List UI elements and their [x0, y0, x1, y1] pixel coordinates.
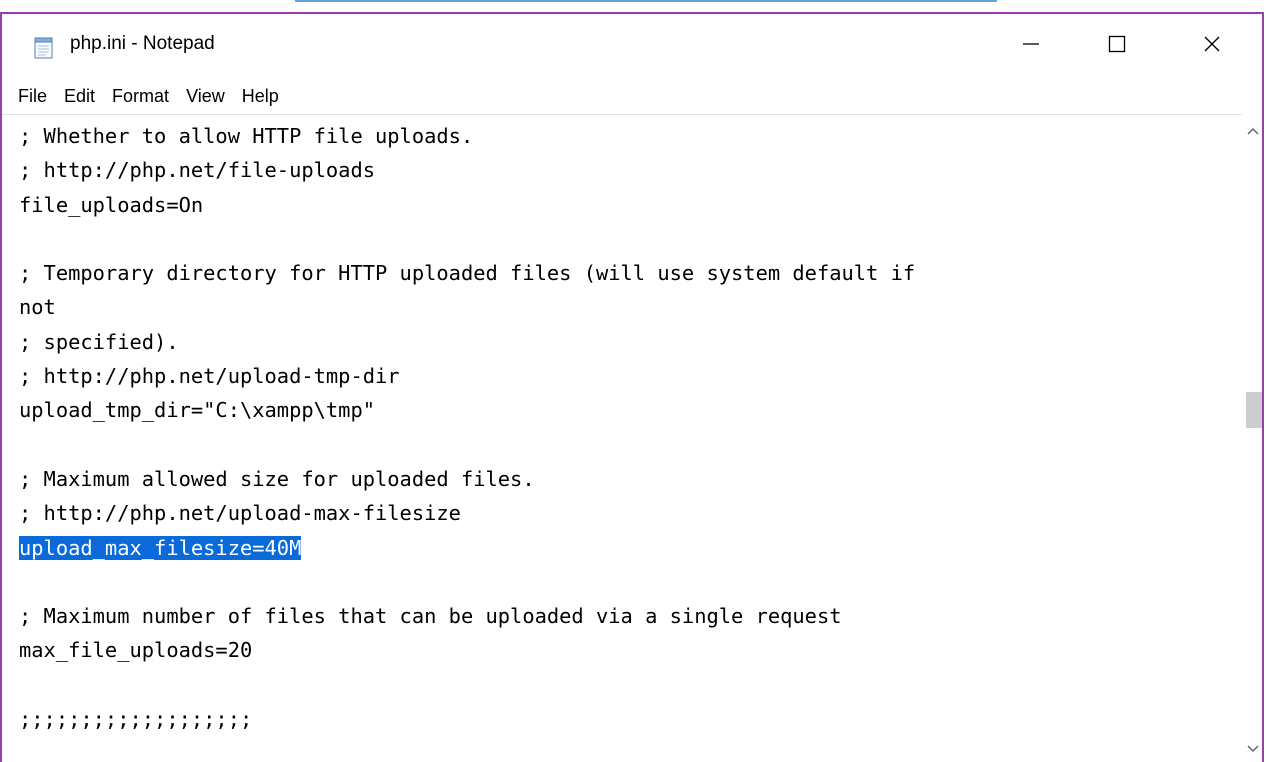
text-line: [19, 565, 915, 599]
notepad-window: php.ini - Notepad File Edit Format View …: [0, 12, 1264, 762]
line-text: ; specified).: [19, 329, 179, 354]
scroll-down-arrow-icon: [1247, 738, 1259, 757]
maximize-button[interactable]: [1074, 14, 1160, 78]
minimize-icon: [1021, 34, 1041, 58]
window-title: php.ini - Notepad: [70, 33, 215, 54]
scroll-up-button[interactable]: [1242, 114, 1262, 144]
maximize-icon: [1107, 34, 1127, 58]
scroll-up-arrow-icon: [1247, 120, 1259, 139]
title-bar[interactable]: php.ini - Notepad: [2, 14, 1262, 78]
scrollbar-thumb[interactable]: [1246, 392, 1262, 428]
line-text: file_uploads=On: [19, 192, 204, 217]
vertical-scrollbar[interactable]: [1242, 114, 1262, 762]
line-text: ; http://php.net/upload-tmp-dir: [19, 364, 400, 389]
line-text: ; Maximum allowed size for uploaded file…: [19, 466, 535, 491]
menu-help[interactable]: Help: [242, 86, 279, 107]
text-line: ; http://php.net/upload-tmp-dir: [19, 359, 915, 393]
line-text: ;;;;;;;;;;;;;;;;;;;: [19, 707, 253, 732]
notepad-icon[interactable]: [32, 36, 56, 60]
scroll-down-button[interactable]: [1242, 732, 1262, 762]
text-line: ; Maximum number of files that can be up…: [19, 599, 915, 633]
line-text: ; Whether to allow HTTP file uploads.: [19, 124, 474, 148]
text-line: [19, 222, 915, 256]
text-editor-area[interactable]: ; Whether to allow HTTP file uploads. ; …: [2, 114, 1242, 762]
line-text: not: [19, 295, 56, 320]
menu-edit[interactable]: Edit: [64, 86, 95, 107]
line-text: max_file_uploads=20: [19, 638, 253, 663]
menu-format[interactable]: Format: [112, 86, 169, 107]
line-text: ; Temporary directory for HTTP uploaded …: [19, 261, 916, 286]
text-line: ; http://php.net/upload-max-filesize: [19, 496, 915, 530]
text-line: [19, 668, 915, 702]
menu-file[interactable]: File: [18, 86, 47, 107]
text-line: ; Whether to allow HTTP file uploads.: [19, 119, 915, 153]
line-text: ; http://php.net/file-uploads: [19, 158, 376, 183]
text-line: upload_tmp_dir="C:\xampp\tmp": [19, 393, 915, 427]
close-button[interactable]: [1160, 14, 1262, 78]
text-line: ; specified).: [19, 325, 915, 359]
text-line-selected: upload_max_filesize=40M: [19, 531, 915, 565]
text-line: max_file_uploads=20: [19, 633, 915, 667]
text-line: ; http://php.net/file-uploads: [19, 153, 915, 187]
background-window-edge: [295, 0, 997, 2]
menu-view[interactable]: View: [186, 86, 225, 107]
text-line: ;;;;;;;;;;;;;;;;;;;: [19, 702, 915, 736]
line-text: ; http://php.net/upload-max-filesize: [19, 501, 461, 526]
menu-bar: File Edit Format View Help: [2, 78, 1262, 114]
text-lines: ; Whether to allow HTTP file uploads. ; …: [19, 119, 915, 736]
line-text: ; Maximum number of files that can be up…: [19, 604, 842, 629]
close-icon: [1202, 34, 1222, 58]
text-line: [19, 428, 915, 462]
text-line: ; Temporary directory for HTTP uploaded …: [19, 256, 915, 290]
minimize-button[interactable]: [988, 14, 1074, 78]
text-line: ; Maximum allowed size for uploaded file…: [19, 462, 915, 496]
line-text: upload_tmp_dir="C:\xampp\tmp": [19, 398, 376, 423]
selected-text[interactable]: upload_max_filesize=40M: [19, 535, 302, 560]
text-line: file_uploads=On: [19, 188, 915, 222]
text-line: not: [19, 290, 915, 324]
